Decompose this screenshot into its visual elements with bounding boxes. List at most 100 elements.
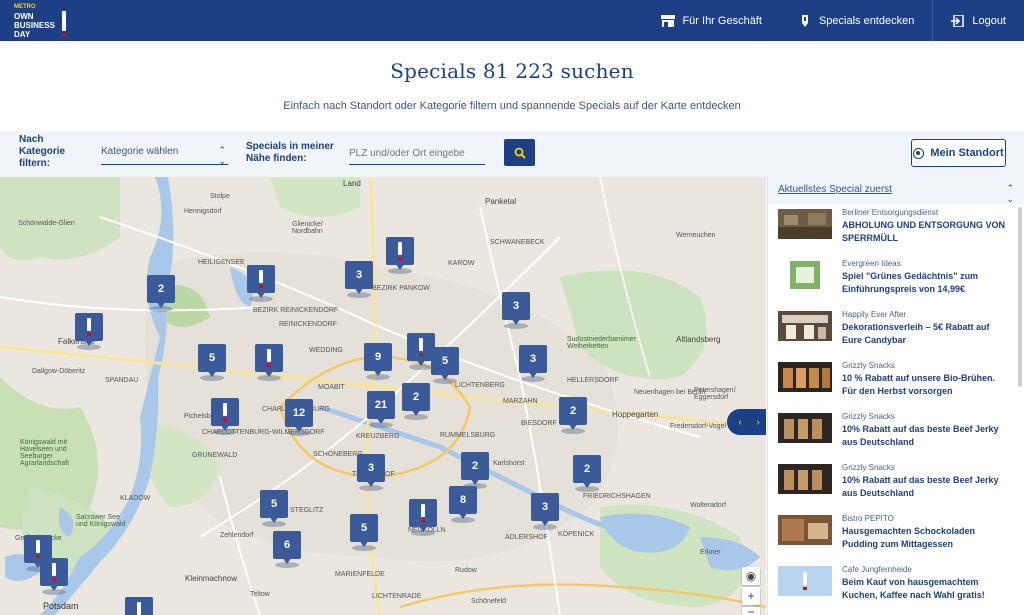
special-marker[interactable] [40, 558, 68, 595]
special-marker[interactable] [386, 237, 414, 274]
map-cluster-marker[interactable]: 2 [147, 275, 175, 312]
target-icon: ◉ [745, 569, 757, 583]
special-thumbnail [778, 566, 832, 596]
special-marker[interactable] [409, 499, 437, 536]
locate-button[interactable]: ◉ [742, 567, 760, 585]
map-cluster-marker[interactable]: 2 [461, 452, 489, 489]
map-label: KLADOW [120, 495, 151, 502]
map-cluster-marker[interactable]: 2 [559, 397, 587, 434]
exclamation-icon [259, 270, 263, 283]
exclamation-icon [398, 242, 402, 255]
special-thumbnail [778, 515, 832, 545]
next-button[interactable]: › [756, 417, 759, 428]
vendor-name: Grizzly Snacks [842, 412, 895, 421]
map[interactable]: Land Stolpe Hennigsdorf Schönwalde-Glien… [0, 177, 766, 615]
my-location-label: Mein Standort [930, 147, 1004, 159]
map-cluster-marker[interactable]: 21 [367, 391, 395, 428]
category-select[interactable]: Kategorie wählen ⌃ ⌄ [101, 143, 228, 166]
special-marker[interactable] [255, 344, 283, 381]
map-label: Glienicke/ Nordbahn [292, 221, 323, 235]
map-cluster-marker[interactable]: 6 [273, 531, 301, 568]
location-input[interactable] [349, 143, 485, 165]
list-item[interactable]: Grizzly Snacks 10% Rabatt auf das beste B… [768, 462, 1016, 513]
list-item[interactable]: Grizzly Snacks 10% Rabatt auf das beste B… [768, 411, 1016, 462]
logo-line-2: OWN [14, 11, 34, 21]
map-label: LICHTENRADE [372, 593, 422, 600]
map-label: HEILIGENSEE [198, 259, 245, 266]
special-marker[interactable] [247, 265, 275, 302]
nav-label: Für Ihr Geschäft [682, 14, 762, 27]
exclamation-icon [267, 349, 271, 362]
map-label: Zehlendorf [220, 532, 254, 539]
map-label: BIESDORF [521, 420, 557, 427]
map-label: Land [343, 179, 361, 188]
list-item[interactable]: Cafe Jungfernheide Beim Kauf von hausgema… [768, 564, 1016, 615]
vendor-name: Evergreen Ideas [842, 259, 901, 268]
exclamation-icon [421, 504, 425, 517]
list-item[interactable]: Grizzly Snacks 10 % Rabatt auf unsere Bio… [768, 360, 1016, 411]
map-cluster-marker[interactable]: 2 [573, 455, 601, 492]
list-item[interactable]: Berliner Entsorgungsdienst ABHOLUNG UND E… [768, 207, 1016, 258]
map-label: Schönefeld [471, 598, 507, 605]
vendor-name: Berliner Entsorgungsdienst [842, 208, 939, 217]
special-thumbnail [778, 311, 832, 341]
map-label: Kleinmachnow [185, 574, 238, 583]
map-cluster-marker[interactable]: 8 [449, 486, 477, 523]
map-cluster-marker[interactable]: 3 [357, 454, 385, 491]
map-label: Rudow [455, 567, 477, 574]
map-label: Fredersdorf-Vogel [670, 423, 727, 430]
special-marker[interactable] [75, 313, 103, 350]
category-filter-label: Nach Kategorie filtern: [19, 134, 66, 169]
zoom-out-label: − [747, 605, 755, 615]
map-cluster-marker[interactable]: 5 [350, 514, 378, 551]
special-marker[interactable] [125, 597, 153, 615]
list-item[interactable]: Happily Ever After Dekorationsverleih – 5… [768, 309, 1016, 360]
map-cluster-marker[interactable]: 3 [531, 493, 559, 530]
nav-specials-entdecken[interactable]: Specials entdecken [780, 0, 932, 41]
special-thumbnail [778, 464, 832, 494]
exclamation-icon [137, 602, 141, 615]
filter-bar: Nach Kategorie filtern: Kategorie wählen… [0, 131, 1024, 177]
map-cluster-marker[interactable]: 5 [260, 490, 288, 527]
my-location-button[interactable]: Mein Standort [911, 139, 1006, 167]
vendor-name: Grizzly Snacks [842, 361, 895, 370]
nearby-label: Specials in meiner Nähe finden: [246, 141, 334, 164]
sort-select[interactable]: Aktuellstes Special zuerst ⌃ ⌄ [768, 177, 1024, 204]
vendor-name: Grizzly Snacks [842, 463, 895, 472]
map-label: KÖPENICK [558, 531, 595, 538]
list-item[interactable]: Bistro PEPITO Hausgemachten Schockoladen … [768, 513, 1016, 564]
map-label: Königswald mit Havelseen und Seeburger A… [20, 439, 70, 467]
list-item[interactable]: Evergreen Ideas Spiel "Grünes Gedächtnis"… [768, 258, 1016, 309]
map-cluster-marker[interactable]: 12 [285, 399, 313, 436]
map-cluster-marker[interactable]: 5 [431, 347, 459, 384]
special-title: 10% Rabatt auf das beste Beef Jerky aus … [842, 475, 999, 498]
map-label: SCHÖNEBERG [313, 451, 363, 458]
map-cluster-marker[interactable]: 9 [364, 343, 392, 380]
vendor-name: Bistro PEPITO [842, 514, 894, 523]
exclamation-icon [419, 338, 423, 351]
map-cluster-marker[interactable]: 5 [198, 344, 226, 381]
nav-logout[interactable]: Logout [933, 0, 1024, 41]
map-cluster-marker[interactable]: 3 [502, 292, 530, 329]
map-label: Sacrower See und Königswald [76, 514, 126, 528]
page-subtitle: Einfach nach Standort oder Kategorie fil… [283, 100, 741, 112]
exclamation-icon [36, 540, 40, 553]
search-button[interactable] [504, 139, 535, 166]
nav-fuer-ihr-geschaeft[interactable]: Für Ihr Geschäft [643, 0, 779, 41]
specials-sidebar: Aktuellstes Special zuerst ⌃ ⌄ Berliner E… [767, 177, 1024, 615]
page-title: Specials 81 223 suchen [390, 59, 634, 83]
map-cluster-marker[interactable]: 2 [402, 383, 430, 420]
zoom-out-button[interactable]: − [742, 605, 760, 615]
map-cluster-marker[interactable]: 3 [519, 345, 547, 382]
special-marker[interactable] [407, 333, 435, 370]
logo[interactable]: METRO OWN BUSINESS DAY [0, 0, 66, 41]
top-bar: METRO OWN BUSINESS DAY Für Ihr Geschäft … [0, 0, 1024, 41]
special-marker[interactable] [211, 398, 239, 435]
list-scrollbar[interactable] [1018, 207, 1022, 387]
map-label: Karlshorst [493, 460, 525, 467]
prev-button[interactable]: ‹ [738, 417, 741, 428]
special-title: 10% Rabatt auf das beste Beef Jerky aus … [842, 424, 999, 447]
map-cluster-marker[interactable]: 3 [345, 261, 373, 298]
sort-label: Aktuellstes Special zuerst [778, 184, 892, 195]
zoom-in-button[interactable]: + [742, 587, 760, 605]
